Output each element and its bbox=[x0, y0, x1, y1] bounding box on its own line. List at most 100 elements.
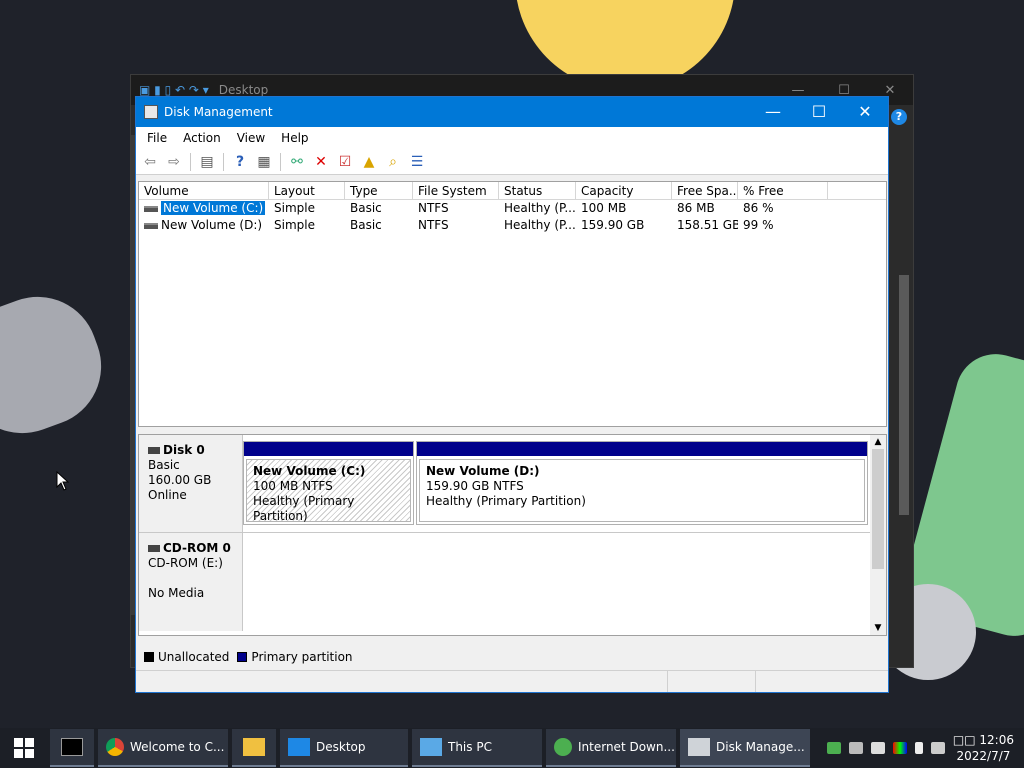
partition-name: New Volume (D:) bbox=[426, 464, 540, 478]
clock[interactable]: □□ 12:06 2022/7/7 bbox=[953, 732, 1014, 764]
back-icon[interactable]: ⇦ bbox=[140, 152, 160, 172]
idm-tray-icon[interactable] bbox=[826, 742, 841, 754]
status-pane bbox=[668, 671, 756, 692]
disk-management-app-icon bbox=[144, 105, 158, 119]
partition-c[interactable]: New Volume (C:) 100 MB NTFS Healthy (Pri… bbox=[243, 441, 414, 525]
system-tray: □□ 12:06 2022/7/7 bbox=[826, 732, 1024, 764]
taskbar-item-file-explorer[interactable] bbox=[232, 729, 276, 767]
partition-body: New Volume (D:) 159.90 GB NTFS Healthy (… bbox=[419, 459, 865, 522]
network-icon[interactable] bbox=[848, 742, 863, 754]
windows-logo-icon bbox=[14, 738, 34, 758]
free-cell: 86 MB bbox=[677, 201, 715, 215]
column-capacity[interactable]: Capacity bbox=[576, 182, 672, 199]
column-percent-free[interactable]: % Free bbox=[738, 182, 828, 199]
clock-date: 2022/7/7 bbox=[956, 749, 1011, 763]
volume-list-header: Volume Layout Type File System Status Ca… bbox=[139, 182, 886, 200]
disk-type: Basic bbox=[148, 458, 180, 472]
partition-name: New Volume (C:) bbox=[253, 464, 366, 478]
scroll-up-icon[interactable]: ▲ bbox=[870, 435, 886, 449]
settings-list-icon[interactable]: ☰ bbox=[407, 152, 427, 172]
disk-graphical-view: Disk 0 Basic 160.00 GB Online New Volume… bbox=[138, 434, 887, 636]
toolbar-separator bbox=[190, 152, 191, 171]
usb-icon[interactable] bbox=[914, 742, 923, 754]
status-pane bbox=[136, 671, 668, 692]
scroll-thumb[interactable] bbox=[872, 449, 884, 569]
taskbar-item-chrome[interactable]: Welcome to C... bbox=[98, 729, 228, 767]
scroll-down-icon[interactable]: ▼ bbox=[870, 621, 886, 635]
delete-icon[interactable]: ✕ bbox=[311, 152, 331, 172]
volume-muted-icon[interactable] bbox=[930, 742, 945, 754]
properties-icon[interactable]: ☑ bbox=[335, 152, 355, 172]
taskbar-item-disk-management[interactable]: Disk Manage... bbox=[680, 729, 810, 767]
cd-rom-icon bbox=[148, 545, 160, 552]
type-cell: Basic bbox=[350, 218, 382, 232]
disk-row-disk-0: Disk 0 Basic 160.00 GB Online New Volume… bbox=[139, 435, 871, 533]
partition-size: 159.90 GB NTFS bbox=[426, 479, 524, 493]
background-scrollbar[interactable] bbox=[899, 275, 909, 515]
disk-label[interactable]: CD-ROM 0 CD-ROM (E:) No Media bbox=[139, 533, 243, 631]
menu-action[interactable]: Action bbox=[175, 131, 229, 145]
disk-management-icon bbox=[688, 738, 710, 756]
percent-cell: 99 % bbox=[743, 218, 774, 232]
volume-list: Volume Layout Type File System Status Ca… bbox=[138, 181, 887, 427]
disk-label[interactable]: Disk 0 Basic 160.00 GB Online bbox=[139, 435, 243, 532]
start-button[interactable] bbox=[0, 728, 48, 768]
folder-up-icon[interactable]: ▲ bbox=[359, 152, 379, 172]
toolbar-separator bbox=[280, 152, 281, 171]
close-button[interactable]: ✕ bbox=[842, 97, 888, 127]
column-free-space[interactable]: Free Spa... bbox=[672, 182, 738, 199]
taskbar-item-this-pc[interactable]: This PC bbox=[412, 729, 542, 767]
volume-cell: New Volume (C:) bbox=[139, 200, 269, 217]
legend-swatch-unallocated bbox=[144, 652, 154, 662]
taskbar-item-terminal[interactable] bbox=[50, 729, 94, 767]
color-icon[interactable] bbox=[892, 742, 907, 754]
keyboard-icon[interactable] bbox=[870, 742, 885, 754]
this-pc-icon bbox=[420, 738, 442, 756]
taskbar: Welcome to C... Desktop This PC Internet… bbox=[0, 728, 1024, 768]
taskbar-item-desktop[interactable]: Desktop bbox=[280, 729, 408, 767]
status-cell: Healthy (P... bbox=[504, 218, 576, 232]
table-row[interactable]: New Volume (C:) Simple Basic NTFS Health… bbox=[139, 200, 886, 217]
folder-search-icon[interactable]: ⌕ bbox=[383, 152, 403, 172]
taskbar-label: Desktop bbox=[316, 740, 366, 754]
volume-icon bbox=[144, 222, 158, 229]
idm-icon bbox=[554, 738, 572, 756]
desktop-icon bbox=[288, 738, 310, 756]
fs-cell: NTFS bbox=[418, 218, 449, 232]
clock-time: 12:06 bbox=[979, 733, 1014, 747]
window-titlebar[interactable]: Disk Management — ☐ ✕ bbox=[136, 97, 888, 127]
minimize-button[interactable]: — bbox=[750, 97, 796, 127]
clock-prefix: □□ bbox=[952, 733, 976, 747]
column-status[interactable]: Status bbox=[499, 182, 576, 199]
maximize-button[interactable]: ☐ bbox=[796, 97, 842, 127]
taskbar-item-idm[interactable]: Internet Down... bbox=[546, 729, 676, 767]
disk-name: Disk 0 bbox=[163, 443, 205, 457]
fs-cell: NTFS bbox=[418, 201, 449, 215]
show-list-icon[interactable]: ▦ bbox=[254, 152, 274, 172]
table-row[interactable]: New Volume (D:) Simple Basic NTFS Health… bbox=[139, 217, 886, 234]
column-volume[interactable]: Volume bbox=[139, 182, 269, 199]
graph-scrollbar[interactable]: ▲ ▼ bbox=[870, 435, 886, 635]
volume-cell: New Volume (D:) bbox=[139, 217, 269, 234]
column-type[interactable]: Type bbox=[345, 182, 413, 199]
disk-management-window: Disk Management — ☐ ✕ File Action View H… bbox=[135, 96, 889, 693]
help-icon[interactable]: ? bbox=[891, 109, 907, 125]
disk-state: No Media bbox=[148, 586, 205, 600]
menu-view[interactable]: View bbox=[229, 131, 273, 145]
partition-header-bar bbox=[417, 442, 867, 456]
connect-icon[interactable]: ⚯ bbox=[287, 152, 307, 172]
capacity-cell: 100 MB bbox=[581, 201, 627, 215]
partition-d[interactable]: New Volume (D:) 159.90 GB NTFS Healthy (… bbox=[416, 441, 868, 525]
forward-icon[interactable]: ⇨ bbox=[164, 152, 184, 172]
console-tree-icon[interactable]: ▤ bbox=[197, 152, 217, 172]
column-layout[interactable]: Layout bbox=[269, 182, 345, 199]
help-icon[interactable]: ? bbox=[230, 152, 250, 172]
hard-disk-icon bbox=[148, 447, 160, 454]
menu-file[interactable]: File bbox=[139, 131, 175, 145]
taskbar-label: Internet Down... bbox=[578, 740, 675, 754]
column-file-system[interactable]: File System bbox=[413, 182, 499, 199]
taskbar-label: This PC bbox=[448, 740, 492, 754]
legend-swatch-primary bbox=[237, 652, 248, 662]
partition-status: Healthy (Primary Partition) bbox=[426, 494, 586, 508]
menu-help[interactable]: Help bbox=[273, 131, 316, 145]
